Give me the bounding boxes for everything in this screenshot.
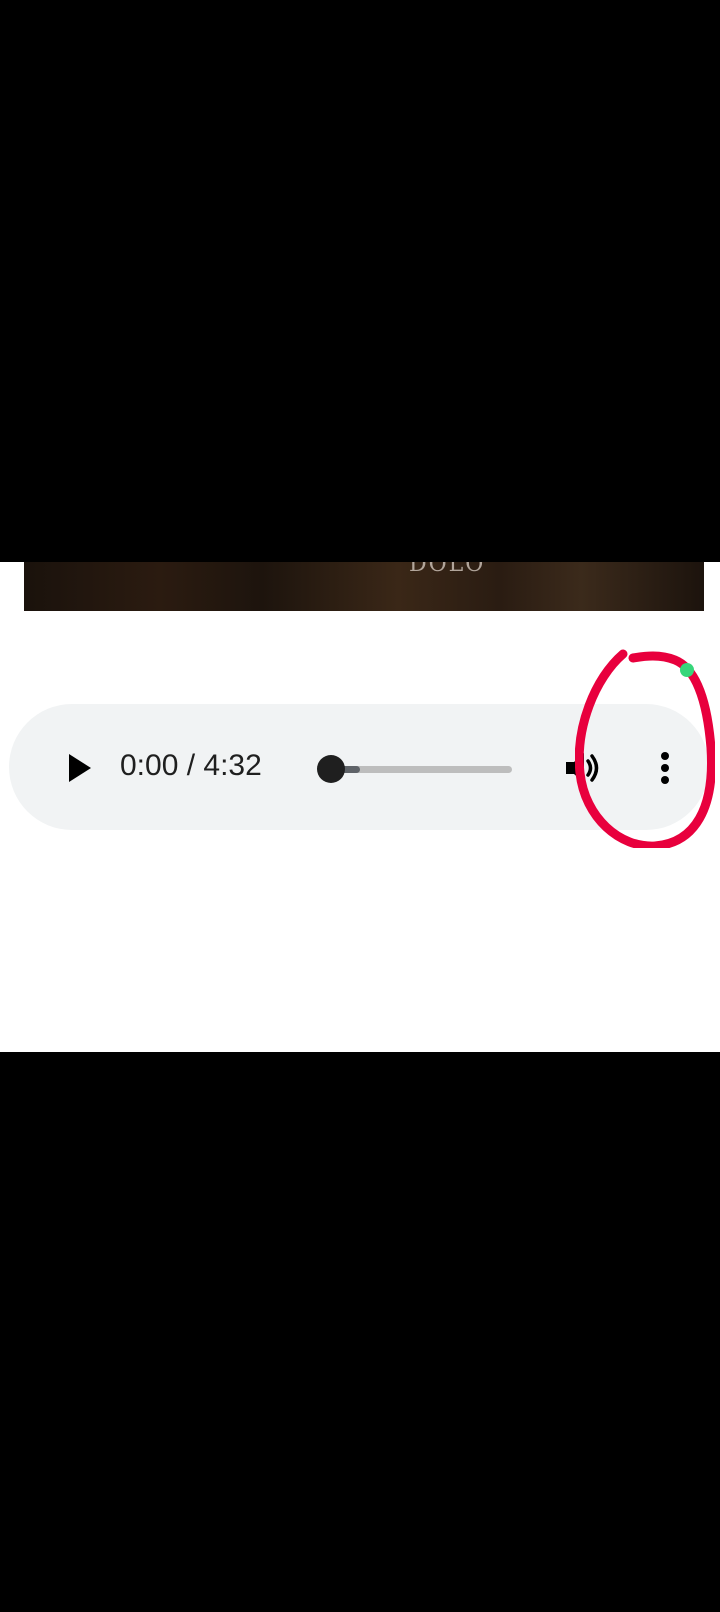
play-button[interactable]: [59, 748, 99, 788]
top-black-area: [0, 0, 720, 562]
screen: DOLO 0:00 / 4:32: [0, 0, 720, 1612]
more-vertical-icon: [661, 752, 669, 784]
thumbnail-text-fragment: DOLO: [409, 562, 486, 577]
page-content: DOLO 0:00 / 4:32: [0, 562, 720, 1052]
video-thumbnail[interactable]: DOLO: [24, 562, 704, 611]
progress-thumb[interactable]: [317, 755, 345, 783]
play-icon: [69, 754, 91, 782]
volume-icon: [566, 753, 599, 783]
bottom-black-area: [0, 1052, 720, 1612]
progress-bar[interactable]: [331, 766, 512, 773]
audio-player: 0:00 / 4:32: [9, 704, 709, 830]
more-options-button[interactable]: [645, 744, 685, 792]
volume-button[interactable]: [562, 748, 602, 788]
time-display: 0:00 / 4:32: [120, 749, 262, 782]
